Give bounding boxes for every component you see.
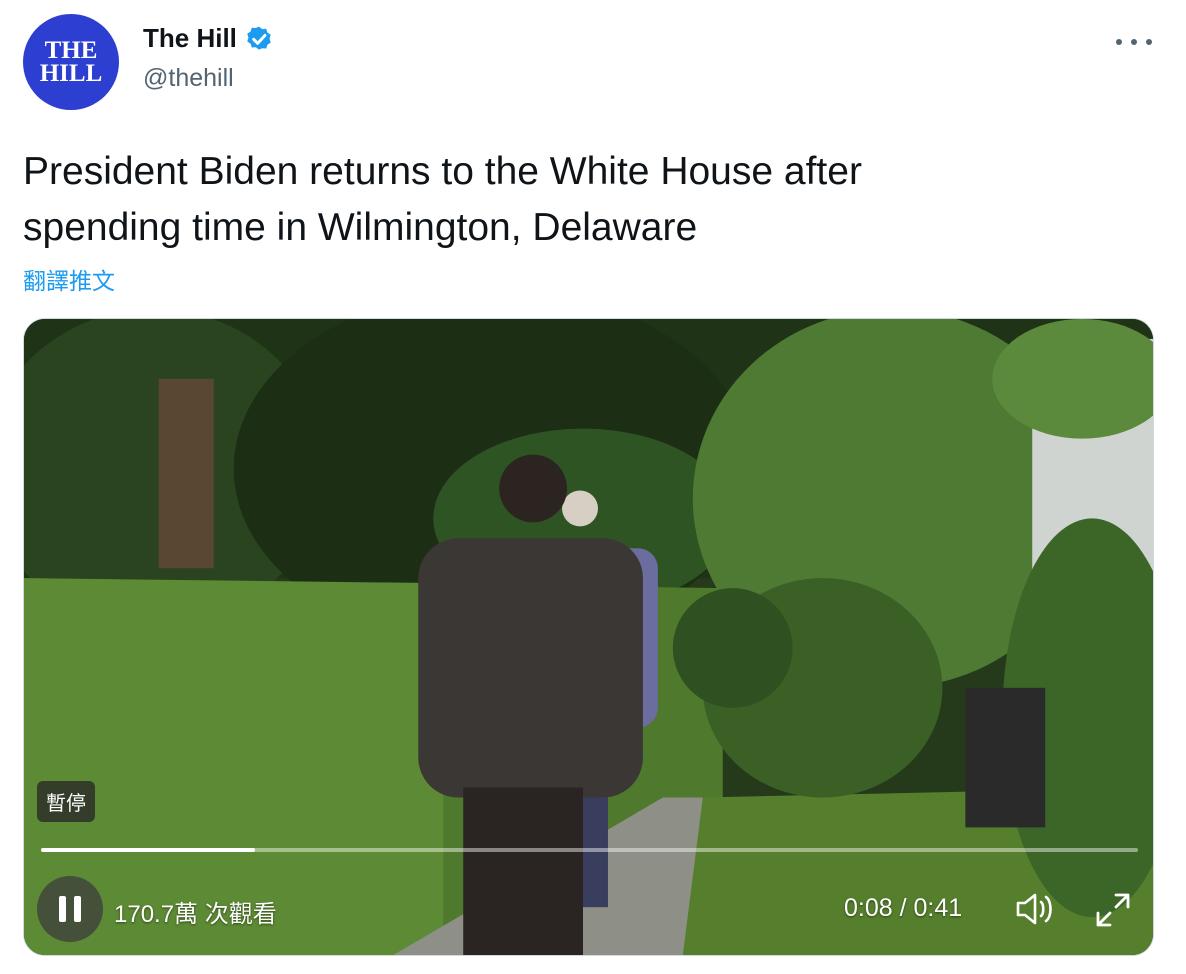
- dot: [1146, 39, 1152, 45]
- verified-badge-icon: [247, 26, 271, 50]
- dot: [1116, 39, 1122, 45]
- avatar-logo-line1: THE: [44, 37, 98, 64]
- pause-icon: [59, 896, 66, 922]
- view-count: 170.7萬 次觀看: [114, 901, 277, 928]
- display-name[interactable]: The Hill: [143, 23, 237, 54]
- video-frame: [24, 319, 1153, 955]
- video-progress-bar[interactable]: [41, 848, 1138, 852]
- author-handle[interactable]: @thehill: [143, 64, 234, 93]
- pause-badge: 暫停: [37, 781, 95, 822]
- avatar[interactable]: THE HILL: [23, 14, 119, 110]
- author-name-row: The Hill: [143, 22, 275, 54]
- fullscreen-icon[interactable]: [1092, 889, 1134, 931]
- video-progress-fill: [41, 848, 255, 852]
- more-options-icon[interactable]: [1116, 30, 1152, 54]
- dot: [1131, 39, 1137, 45]
- translate-tweet-link[interactable]: 翻譯推文: [23, 262, 115, 296]
- tweet-text: President Biden returns to the White Hou…: [23, 150, 862, 249]
- video-player[interactable]: 暫停 170.7萬 次觀看 0:08 / 0:41: [23, 318, 1154, 956]
- pause-button[interactable]: [37, 876, 103, 942]
- video-time: 0:08 / 0:41: [844, 894, 963, 922]
- avatar-logo-line2: HILL: [39, 60, 103, 87]
- volume-icon[interactable]: [1014, 889, 1058, 929]
- pause-icon: [74, 896, 81, 922]
